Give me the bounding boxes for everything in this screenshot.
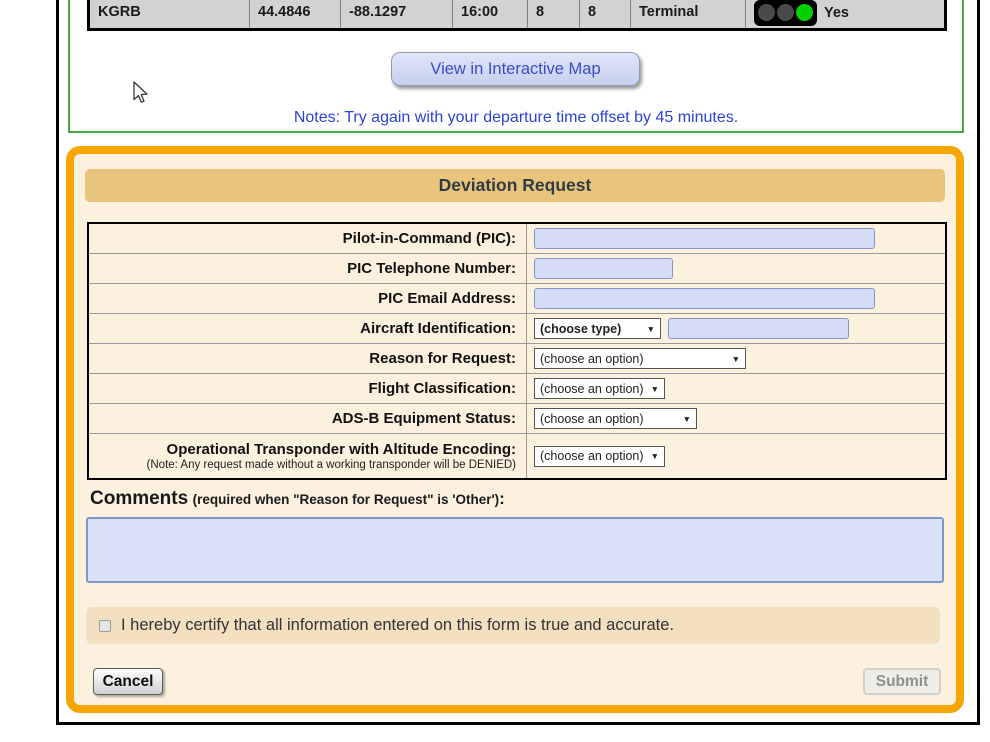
transponder-label: Operational Transponder with Altitude En… bbox=[167, 441, 516, 458]
form-row-pic: Pilot-in-Command (PIC): bbox=[89, 224, 945, 254]
classification-label: Flight Classification: bbox=[368, 380, 516, 397]
view-interactive-map-button[interactable]: View in Interactive Map bbox=[391, 52, 640, 86]
table-cell-longitude: -88.1297 bbox=[341, 0, 453, 28]
airport-table-row: KGRB 44.4846 -88.1297 16:00 8 8 Terminal… bbox=[87, 0, 947, 31]
certify-text: I hereby certify that all information en… bbox=[121, 616, 674, 635]
mouse-cursor-icon bbox=[131, 80, 151, 106]
submit-button[interactable]: Submit bbox=[863, 668, 941, 695]
table-cell-latitude: 44.4846 bbox=[250, 0, 341, 28]
traffic-light-bulb-off bbox=[758, 4, 775, 21]
notes-text: Notes: Try again with your departure tim… bbox=[68, 109, 964, 127]
traffic-light-bulb-green bbox=[796, 4, 813, 21]
aircraft-type-select[interactable]: (choose type) ▼ bbox=[534, 318, 661, 339]
form-row-adsb: ADS-B Equipment Status: (choose an optio… bbox=[89, 404, 945, 434]
form-row-email: PIC Email Address: bbox=[89, 284, 945, 314]
adsb-label: ADS-B Equipment Status: bbox=[332, 410, 516, 427]
adsb-select[interactable]: (choose an option) ▼ bbox=[534, 408, 697, 429]
dropdown-arrow-icon: ▼ bbox=[647, 324, 655, 334]
dropdown-arrow-icon: ▼ bbox=[732, 354, 740, 364]
comments-qualifier: (required when "Reason for Request" is '… bbox=[193, 492, 500, 507]
dropdown-arrow-icon: ▼ bbox=[683, 414, 691, 424]
table-cell-time: 16:00 bbox=[453, 0, 528, 28]
traffic-light-icon bbox=[754, 0, 817, 26]
table-cell-num1: 8 bbox=[528, 0, 580, 28]
form-row-reason: Reason for Request: (choose an option) ▼ bbox=[89, 344, 945, 374]
aircraft-id-input[interactable] bbox=[668, 318, 849, 339]
phone-input[interactable] bbox=[534, 258, 673, 279]
form-row-aircraft: Aircraft Identification: (choose type) ▼ bbox=[89, 314, 945, 344]
dropdown-arrow-icon: ▼ bbox=[651, 384, 659, 394]
aircraft-id-label: Aircraft Identification: bbox=[360, 320, 516, 337]
status-label: Yes bbox=[824, 5, 849, 21]
comments-label: Comments (required when "Reason for Requ… bbox=[90, 488, 505, 510]
table-cell-status: Yes bbox=[746, 0, 944, 28]
classification-select[interactable]: (choose an option) ▼ bbox=[534, 378, 665, 399]
form-fields-table: Pilot-in-Command (PIC): PIC Telephone Nu… bbox=[87, 222, 947, 480]
phone-label: PIC Telephone Number: bbox=[347, 260, 516, 277]
form-row-phone: PIC Telephone Number: bbox=[89, 254, 945, 284]
form-title: Deviation Request bbox=[85, 169, 945, 202]
deviation-request-form: Deviation Request Pilot-in-Command (PIC)… bbox=[66, 146, 964, 713]
dropdown-arrow-icon: ▼ bbox=[651, 451, 659, 461]
transponder-note: (Note: Any request made without a workin… bbox=[147, 459, 516, 471]
cancel-button[interactable]: Cancel bbox=[93, 668, 163, 695]
table-cell-airport: KGRB bbox=[90, 0, 250, 28]
reason-label: Reason for Request: bbox=[369, 350, 516, 367]
traffic-light-bulb-off bbox=[777, 4, 794, 21]
pic-input[interactable] bbox=[534, 228, 875, 249]
form-row-transponder: Operational Transponder with Altitude En… bbox=[89, 434, 945, 478]
email-label: PIC Email Address: bbox=[378, 290, 516, 307]
transponder-select[interactable]: (choose an option) ▼ bbox=[534, 446, 665, 467]
certify-row: I hereby certify that all information en… bbox=[86, 607, 940, 644]
comments-title: Comments bbox=[90, 488, 188, 509]
pic-label: Pilot-in-Command (PIC): bbox=[343, 230, 516, 247]
comments-textarea[interactable] bbox=[86, 517, 944, 583]
table-cell-num2: 8 bbox=[580, 0, 631, 28]
email-input[interactable] bbox=[534, 288, 875, 309]
reason-select[interactable]: (choose an option) ▼ bbox=[534, 348, 746, 369]
certify-checkbox[interactable] bbox=[99, 620, 111, 632]
table-cell-type: Terminal bbox=[631, 0, 746, 28]
form-row-classification: Flight Classification: (choose an option… bbox=[89, 374, 945, 404]
